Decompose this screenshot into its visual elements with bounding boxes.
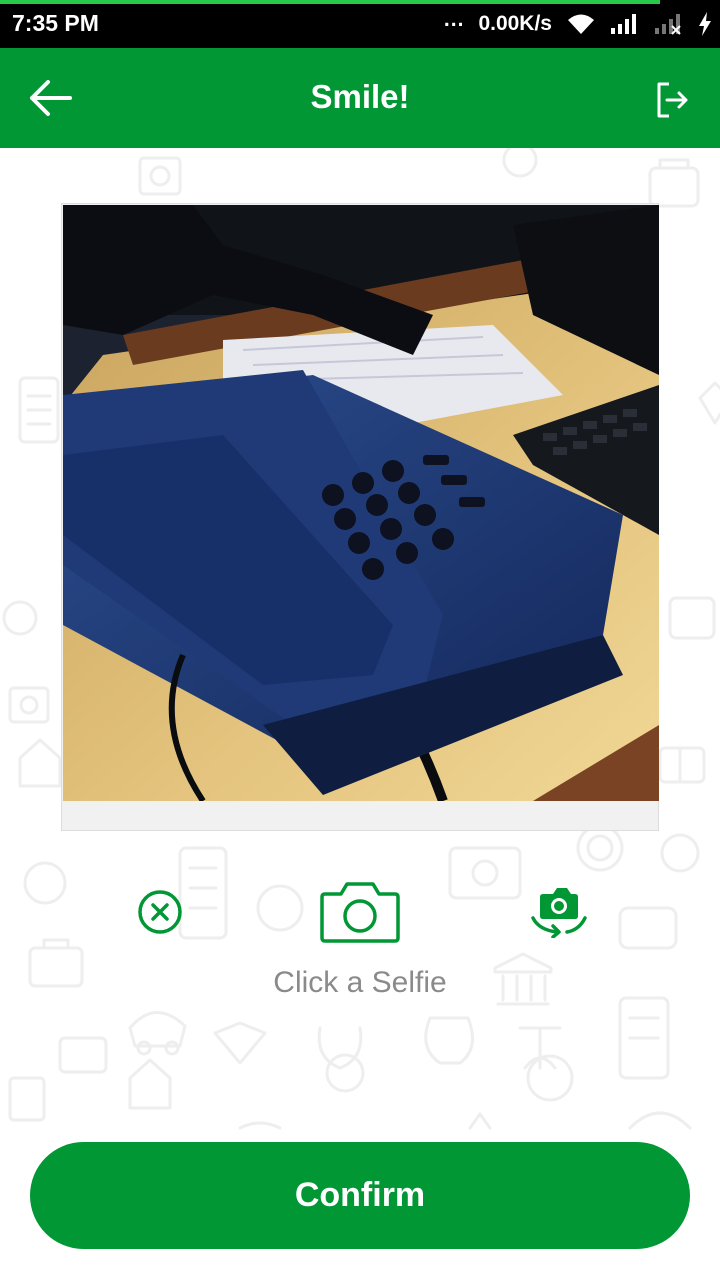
app-bar: Smile!	[0, 48, 720, 148]
page-title: Smile!	[310, 78, 410, 115]
logout-icon	[657, 82, 688, 118]
capture-button[interactable]	[316, 876, 404, 948]
page-load-progress	[0, 0, 660, 4]
signal-icon	[610, 12, 640, 36]
signal-no-sim-icon	[654, 12, 684, 36]
camera-icon	[320, 882, 400, 943]
switch-camera-icon	[531, 888, 587, 938]
switch-camera-button[interactable]	[524, 884, 594, 940]
status-dots: ...	[443, 8, 465, 31]
wifi-icon	[566, 12, 596, 36]
captured-photo	[63, 205, 659, 801]
network-speed: 0.00K/s	[478, 12, 552, 35]
cancel-button[interactable]	[134, 886, 186, 938]
logout-button[interactable]	[650, 78, 694, 122]
status-time: 7:35 PM	[12, 10, 99, 36]
confirm-button[interactable]: Confirm	[30, 1142, 690, 1249]
photo-preview-frame	[61, 203, 659, 831]
close-circle-icon	[138, 890, 182, 934]
status-bar: 7:35 PM ... 0.00K/s	[0, 0, 720, 48]
selfie-caption: Click a Selfie	[273, 966, 447, 999]
charging-icon	[698, 12, 712, 36]
